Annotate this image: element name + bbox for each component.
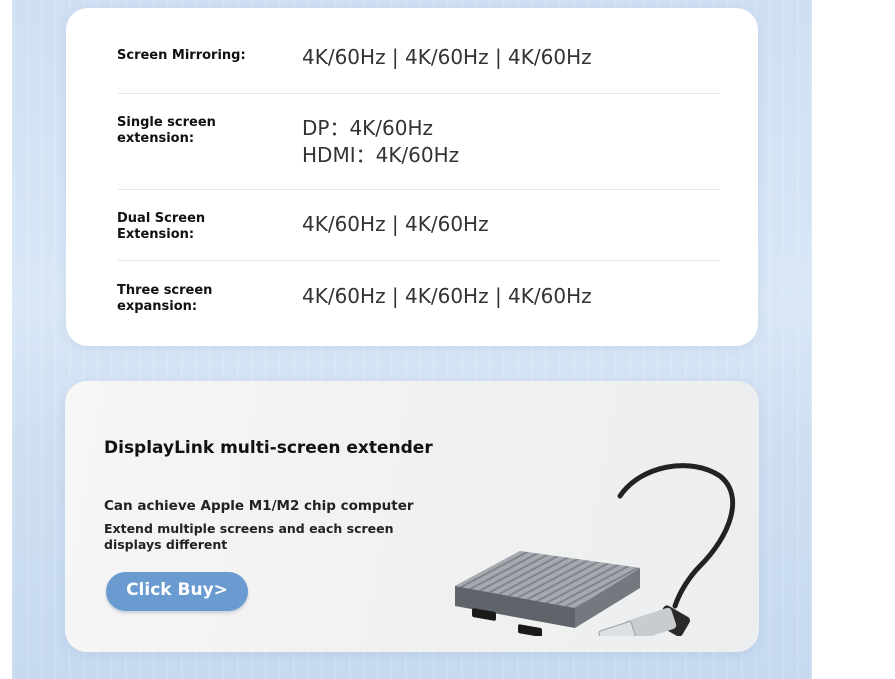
spec-value: DP：4K/60Hz HDMI：4K/60Hz	[302, 116, 460, 167]
divider	[118, 93, 719, 94]
spec-label: Dual Screen Extension:	[117, 211, 206, 242]
click-buy-button[interactable]: Click Buy>	[106, 572, 248, 611]
promo-card: DisplayLink multi-screen extender Can ac…	[65, 381, 759, 652]
spec-label: Single screen extension:	[117, 115, 216, 146]
promo-title: DisplayLink multi-screen extender	[104, 438, 433, 458]
promo-compatibility-text: Can achieve Apple M1/M2 chip computer	[104, 498, 414, 514]
spec-label: Three screen expansion:	[117, 283, 213, 314]
spec-value: 4K/60Hz | 4K/60Hz | 4K/60Hz	[302, 45, 592, 69]
spec-value: 4K/60Hz | 4K/60Hz | 4K/60Hz	[302, 284, 592, 308]
usb-dongle	[598, 605, 691, 636]
promo-feature-text: Extend multiple screens and each screen …	[104, 521, 394, 552]
spec-label: Screen Mirroring:	[117, 48, 246, 63]
adapter-body	[455, 551, 640, 636]
product-image	[455, 463, 736, 636]
spec-value: 4K/60Hz | 4K/60Hz	[302, 212, 489, 236]
divider	[118, 260, 719, 261]
spec-card: Screen Mirroring: 4K/60Hz | 4K/60Hz | 4K…	[66, 8, 758, 346]
divider	[118, 189, 719, 190]
